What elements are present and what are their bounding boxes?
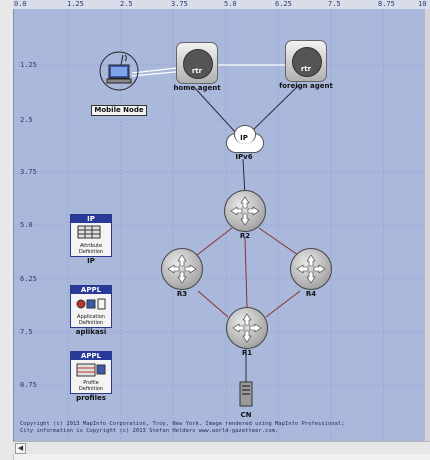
router-icon: rtr <box>176 42 218 84</box>
ipv6-label: IPv6 <box>235 153 253 161</box>
server-icon <box>239 381 253 407</box>
application-window: 0.0 1.25 2.5 3.75 5.0 6.25 7.5 8.75 10 1… <box>0 0 430 460</box>
scroll-left-arrow-icon[interactable]: ◀ <box>15 443 26 454</box>
foreign-agent-node[interactable]: rtr foreign agent <box>276 40 336 91</box>
cloud-icon: IP <box>222 123 266 153</box>
r1-label: R1 <box>241 349 253 357</box>
cn-server-node[interactable]: CN <box>233 381 259 420</box>
mobile-node[interactable]: Mobile Node <box>84 49 154 116</box>
link-r2-r1 <box>244 237 248 308</box>
ruler-x-tick: 1.25 <box>67 0 84 8</box>
palette-tag: APPL <box>71 286 111 294</box>
left-margin <box>0 0 14 460</box>
router-icon: rtr <box>285 40 327 82</box>
copyright-line: City information is Copyright (c) 2013 S… <box>20 428 279 434</box>
ruler-x-tick: 5.0 <box>224 0 237 8</box>
palette-subtitle: Application Definition <box>77 314 105 326</box>
r2-label: R2 <box>239 232 251 240</box>
ruler-x-tick: 7.5 <box>328 0 341 8</box>
home-agent-label: home agent <box>173 84 221 92</box>
r4-label: R4 <box>305 290 317 298</box>
ipv6-cloud-node[interactable]: IP IPv6 <box>219 123 269 162</box>
attribute-definition-icon: IP Attribute Definition <box>70 214 112 257</box>
profile-definition[interactable]: APPL Profile Definition profiles <box>69 351 113 403</box>
ruler-x-tick: 10 <box>418 0 427 8</box>
cn-label: CN <box>240 411 252 419</box>
router-r2[interactable]: R2 <box>224 190 266 241</box>
network-canvas[interactable]: 1.25 2.5 3.75 5.0 6.25 7.5 8.75 Mobile N… <box>13 9 430 441</box>
router-icon <box>224 190 266 232</box>
application-definition[interactable]: APPL Application Definition aplikasi <box>69 285 113 337</box>
ruler-x-tick: 0.0 <box>14 0 27 8</box>
vertical-scrollbar[interactable] <box>425 9 430 441</box>
router-icon <box>226 307 268 349</box>
palette-subtitle: Attribute Definition <box>78 243 104 255</box>
rtr-tag: rtr <box>300 65 312 73</box>
ruler-x-tick: 2.5 <box>120 0 133 8</box>
palette-subtitle: Profile Definition <box>78 380 104 392</box>
palette-label: IP <box>87 257 95 265</box>
home-agent-node[interactable]: rtr home agent <box>167 42 227 93</box>
rtr-tag: rtr <box>191 67 203 75</box>
r3-label: R3 <box>176 290 188 298</box>
mobile-node-label: Mobile Node <box>91 105 147 116</box>
ruler-x-tick: 8.75 <box>378 0 395 8</box>
mobile-node-icon <box>99 51 139 91</box>
map-copyright-notice: Copyright (c) 2013 MapInfo Corporation, … <box>20 421 345 435</box>
application-definition-icon: APPL Application Definition <box>70 285 112 328</box>
router-icon <box>290 248 332 290</box>
ruler-x-tick: 3.75 <box>171 0 188 8</box>
router-r3[interactable]: R3 <box>161 248 203 299</box>
horizontal-scrollbar[interactable]: ◀ <box>13 441 430 454</box>
router-r1[interactable]: R1 <box>226 307 268 358</box>
cloud-tag: IP <box>240 134 248 142</box>
ip-attribute-definition[interactable]: IP Attribute Definition IP <box>69 214 113 266</box>
palette-tag: IP <box>71 215 111 223</box>
palette-label: aplikasi <box>75 328 107 336</box>
foreign-agent-label: foreign agent <box>279 82 333 90</box>
ruler-x-tick: 6.25 <box>275 0 292 8</box>
copyright-line: Copyright (c) 2013 MapInfo Corporation, … <box>20 421 345 427</box>
router-icon <box>161 248 203 290</box>
palette-label: profiles <box>76 394 106 402</box>
profile-definition-icon: APPL Profile Definition <box>70 351 112 394</box>
router-r4[interactable]: R4 <box>290 248 332 299</box>
palette-tag: APPL <box>71 352 111 360</box>
